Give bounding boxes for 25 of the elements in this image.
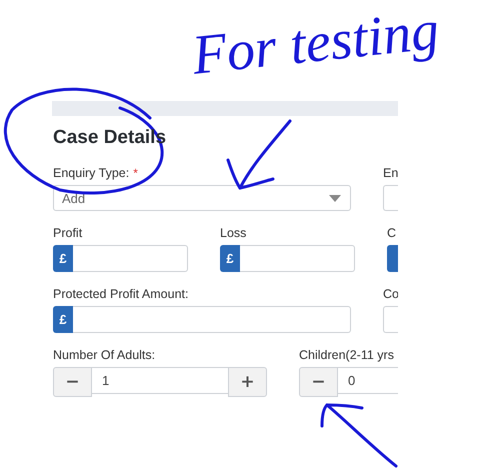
field-label: C [387, 226, 396, 240]
number-field[interactable]: 1 [92, 367, 228, 394]
currency-addon: £ [53, 306, 73, 333]
field-label: Number Of Adults: [53, 348, 156, 362]
field-label: En [383, 166, 398, 180]
field-label: Profit [53, 226, 82, 240]
dropdown[interactable]: Add [53, 185, 351, 211]
decrement-button[interactable]: − [53, 367, 92, 397]
dropdown-caret-icon [329, 194, 341, 202]
dropdown[interactable] [383, 185, 398, 211]
input-field[interactable] [240, 245, 355, 272]
decrement-button[interactable]: − [299, 367, 338, 397]
input-field[interactable] [383, 306, 398, 333]
increment-button[interactable]: + [228, 367, 267, 397]
number-field[interactable]: 0 [338, 367, 398, 394]
currency-addon: £ [53, 245, 73, 272]
handwritten-note: For testing [189, 0, 442, 89]
currency-addon: £ [220, 245, 240, 272]
input-field[interactable] [73, 306, 351, 333]
field-label: Enquiry Type: [53, 166, 130, 180]
required-mark: * [133, 166, 138, 180]
input-field[interactable] [73, 245, 188, 272]
field-label: Protected Profit Amount: [53, 286, 188, 300]
field-label: Children(2-11 yrs [299, 348, 394, 362]
field-label: Loss [220, 226, 246, 240]
